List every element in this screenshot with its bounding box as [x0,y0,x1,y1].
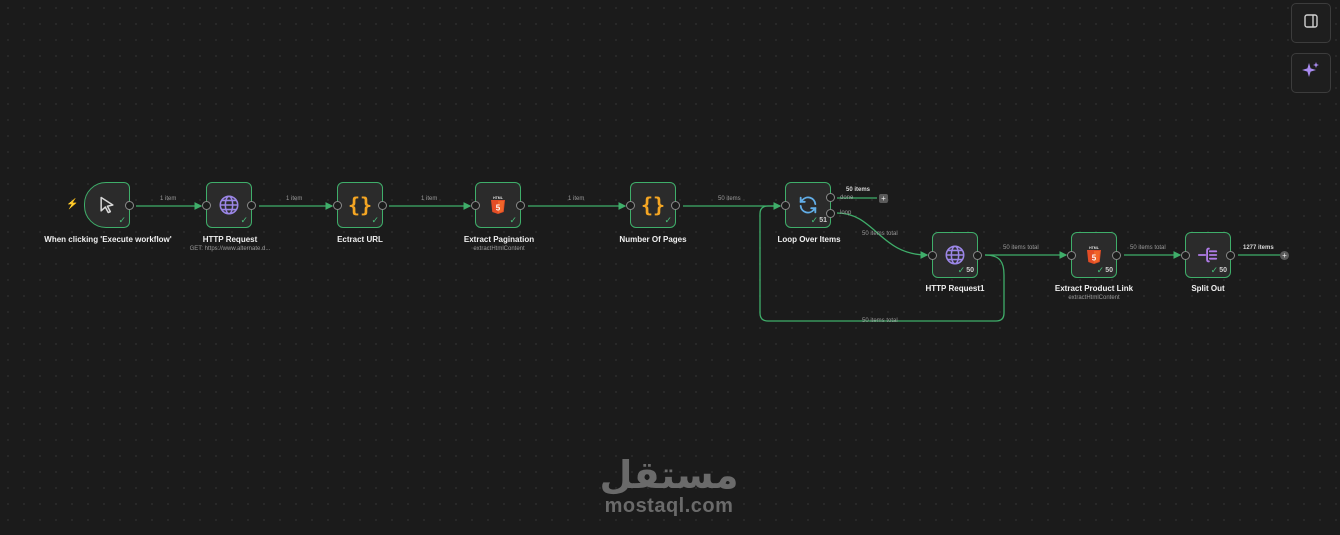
output-label-loop: loop [840,210,852,216]
panel-toggle-icon [1303,13,1319,34]
svg-text:5: 5 [496,204,501,213]
watermark-logo: مستقل mostaql.com [598,455,740,517]
node-title: HTTP Request1 [925,284,985,293]
edge-label: 1 item [160,196,177,202]
edge-label: 1 item [421,196,438,202]
edge-label: 50 items total [1130,245,1166,251]
edge-label: 1 item [568,196,585,202]
output-port-done[interactable] [826,193,835,203]
output-port[interactable] [671,200,680,210]
node-extract-url[interactable]: {} ✓ [333,182,387,228]
output-port[interactable] [125,200,134,210]
node-http-request1[interactable]: ✓ 50 [928,232,982,278]
ai-assistant-button[interactable] [1291,53,1331,93]
success-check-icon: ✓ 50 [1096,265,1113,275]
sparkle-icon [1301,61,1321,86]
node-title: Ectract URL [337,235,383,244]
success-check-icon: ✓ [509,215,517,225]
node-title: Extract Pagination [463,235,535,244]
node-title: Number Of Pages [619,235,687,244]
output-port[interactable] [973,250,982,260]
node-extract-product-link[interactable]: HTML 5 ✓ 50 [1067,232,1121,278]
node-split-out[interactable]: ✓ 50 [1181,232,1235,278]
edge-label: 1 item [286,196,303,202]
edge-label: 50 items total [1003,245,1039,251]
success-check-icon: ✓ 51 [810,215,827,225]
edge-label: 50 items [718,196,741,202]
add-node-button[interactable]: + [879,194,888,203]
node-subtitle: GET: https://www.alternate.d... [189,246,271,252]
node-extract-pagination[interactable]: HTML 5 ✓ [471,182,525,228]
watermark-latin: mostaql.com [604,495,734,517]
node-subtitle: extractHtmlContent [473,246,525,252]
success-check-icon: ✓ [664,215,672,225]
output-port[interactable] [1226,250,1235,260]
success-check-icon: ✓ [118,215,126,225]
output-port[interactable] [378,200,387,210]
node-manual-trigger[interactable]: ✓ [84,182,134,228]
edge-label: 50 items [846,187,871,193]
svg-text:HTML: HTML [493,196,504,200]
output-port[interactable] [516,200,525,210]
svg-text:5: 5 [1092,254,1097,263]
node-title: Split Out [1191,284,1225,293]
node-loop-over-items[interactable]: ✓ 51 [781,182,835,228]
success-check-icon: ✓ 50 [1210,265,1227,275]
edge-label: 50 items total [862,231,898,237]
add-node-button[interactable]: + [1280,251,1289,260]
toggle-panel-button[interactable] [1291,3,1331,43]
edge-label: 50 items total [862,318,898,324]
watermark-arabic: مستقل [599,453,739,497]
svg-text:HTML: HTML [1089,246,1100,250]
node-number-of-pages[interactable]: {} ✓ [626,182,680,228]
success-check-icon: ✓ [371,215,379,225]
node-title: HTTP Request [202,235,258,244]
node-http-request[interactable]: ✓ [202,182,256,228]
edge-label: 1277 items [1243,245,1274,251]
node-subtitle: extractHtmlContent [1068,295,1120,301]
output-port[interactable] [1112,250,1121,260]
output-label-done: done [840,195,854,201]
success-check-icon: ✓ 50 [957,265,974,275]
success-check-icon: ✓ [240,215,248,225]
trigger-bolt-icon: ⚡ [66,199,79,210]
output-port[interactable] [247,200,256,210]
